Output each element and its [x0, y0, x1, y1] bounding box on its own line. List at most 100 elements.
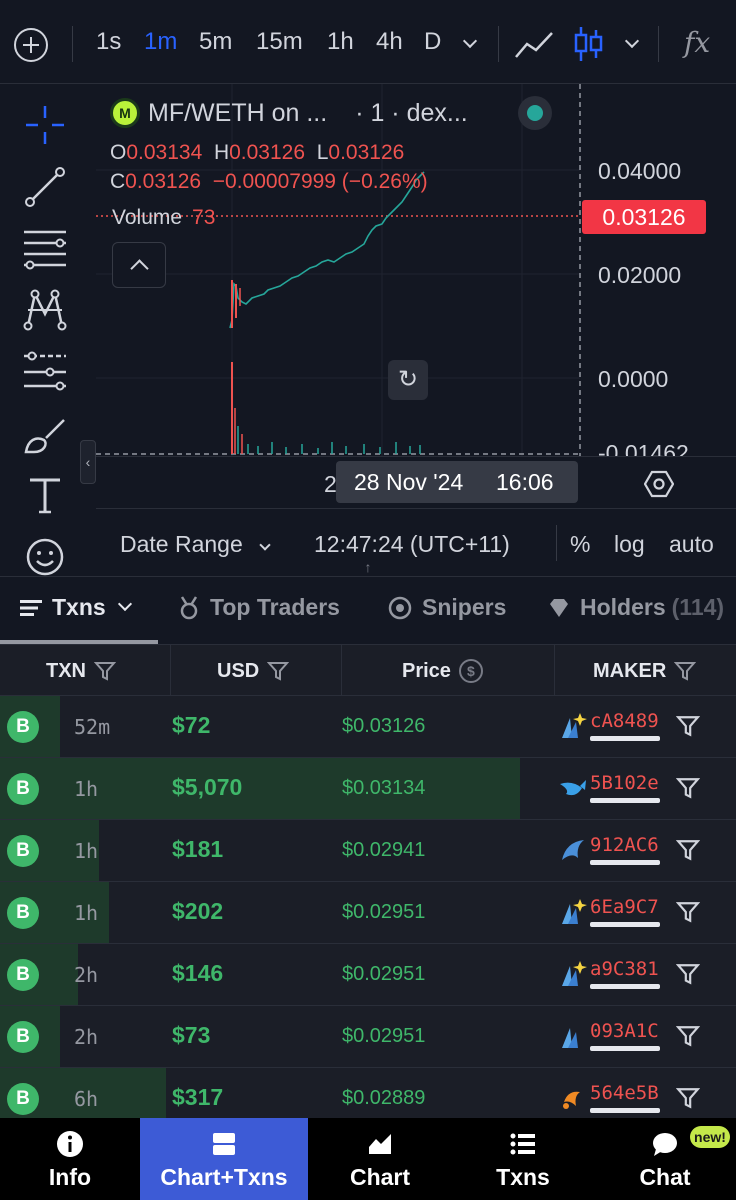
buy-badge: B — [7, 773, 39, 805]
price-chart[interactable]: M MF/WETH on ... · 1 · dex... O0.03134 H… — [96, 84, 736, 576]
txn-age: 2h — [74, 1025, 99, 1049]
close-value: 0.03126 — [125, 170, 202, 193]
table-row[interactable]: B 52m $72 $0.03126 cA8489 — [0, 696, 736, 758]
txns-table-body: B 52m $72 $0.03126 cA8489 B 1h $5,070 $0… — [0, 696, 736, 1118]
chart-bottom-bar: Date Range 12:47:24 (UTC+11) % log auto — [96, 508, 736, 576]
column-txn[interactable]: TXN — [46, 645, 116, 697]
chart-type-dropdown-icon[interactable] — [624, 33, 640, 49]
timeframe-1s[interactable]: 1s — [96, 28, 121, 56]
filter-maker-icon[interactable] — [676, 1086, 700, 1110]
nav-chart[interactable]: Chart — [308, 1118, 452, 1200]
table-row[interactable]: B 1h $181 $0.02941 912AC6 — [0, 820, 736, 882]
filter-icon[interactable] — [267, 660, 290, 682]
clock-timezone[interactable]: 12:47:24 (UTC+11) — [314, 531, 510, 558]
price-scale[interactable]: 0.04000 0.02000 0.0000 -0.01462 — [580, 84, 736, 456]
column-txn-label: TXN — [46, 659, 86, 682]
nav-info[interactable]: Info — [0, 1118, 140, 1200]
collapse-legend-button[interactable] — [112, 242, 166, 288]
tab-top-traders[interactable]: Top Traders — [178, 594, 340, 621]
candlestick-icon[interactable] — [574, 24, 604, 64]
filter-maker-icon[interactable] — [676, 1024, 700, 1048]
fish-icon — [562, 1028, 578, 1048]
maker-address[interactable]: a9C381 — [590, 958, 659, 980]
timeframe-1m[interactable]: 1m — [144, 28, 177, 56]
currency-toggle-icon[interactable]: $ — [458, 659, 483, 683]
filter-icon[interactable] — [94, 660, 116, 682]
chat-bubble-icon — [653, 1133, 677, 1156]
holders-count: (114) — [671, 594, 725, 620]
maker-address[interactable]: cA8489 — [590, 710, 659, 732]
table-row[interactable]: B 1h $202 $0.02951 6Ea9C7 — [0, 882, 736, 944]
column-price-label: Price — [402, 659, 451, 682]
timeframe-5m[interactable]: 5m — [199, 28, 232, 56]
collapse-toolbar-handle[interactable]: ‹ — [80, 440, 96, 484]
txn-price: $0.03126 — [342, 715, 426, 737]
toolbar-divider — [498, 26, 499, 62]
price-tick: 0.0000 — [598, 366, 669, 392]
fib-retracement-icon[interactable] — [20, 224, 70, 274]
filter-maker-icon[interactable] — [676, 776, 700, 800]
filter-maker-icon[interactable] — [676, 962, 700, 986]
low-value: 0.03126 — [328, 141, 405, 164]
timeframe-1d[interactable]: D — [424, 28, 441, 56]
txn-usd: $5,070 — [172, 774, 243, 800]
percent-toggle[interactable]: % — [570, 531, 590, 558]
reset-chart-icon[interactable]: ↻ — [388, 360, 428, 400]
timeframe-dropdown-icon[interactable] — [462, 33, 478, 49]
symbol-name: MF/WETH on ... — [148, 98, 328, 127]
filter-maker-icon[interactable] — [676, 714, 700, 738]
txn-price: $0.03134 — [342, 777, 426, 799]
close-label: C — [110, 170, 126, 193]
crosshair-icon[interactable] — [20, 100, 70, 150]
market-status-icon[interactable] — [518, 96, 552, 130]
maker-address[interactable]: 6Ea9C7 — [590, 896, 659, 918]
maker-address[interactable]: 912AC6 — [590, 834, 659, 856]
timeframe-4h[interactable]: 4h — [376, 28, 403, 56]
log-toggle[interactable]: log — [614, 531, 645, 558]
volume-label: Volume — [112, 206, 183, 229]
filter-maker-icon[interactable] — [676, 838, 700, 862]
emoji-icon[interactable] — [20, 532, 70, 582]
info-icon — [57, 1131, 83, 1157]
tab-snipers[interactable]: Snipers — [388, 594, 506, 621]
column-usd-label: USD — [217, 659, 260, 682]
settings-icon[interactable] — [644, 469, 674, 499]
filter-icon[interactable] — [674, 660, 697, 682]
brush-icon[interactable] — [20, 410, 70, 460]
nav-txns[interactable]: Txns — [452, 1118, 594, 1200]
nav-chart-txns[interactable]: Chart+Txns — [140, 1118, 308, 1200]
time-axis[interactable]: 2 28 Nov '24 16:06 — [96, 456, 736, 508]
high-value: 0.03126 — [229, 141, 306, 164]
add-symbol-icon[interactable] — [14, 28, 48, 62]
maker-address[interactable]: 093A1C — [590, 1020, 659, 1042]
table-row[interactable]: B 1h $5,070 $0.03134 5B102e — [0, 758, 736, 820]
timeframe-1h[interactable]: 1h — [327, 28, 354, 56]
column-maker[interactable]: MAKER — [593, 645, 697, 697]
text-tool-icon[interactable] — [20, 470, 70, 520]
auto-toggle[interactable]: auto — [669, 531, 714, 558]
indicators-icon[interactable]: fx — [684, 26, 710, 59]
date-range-dropdown-icon[interactable] — [259, 539, 271, 551]
tab-holders-label: Holders — [580, 594, 666, 620]
tab-holders[interactable]: Holders (114) — [548, 594, 724, 621]
tab-txns[interactable]: Txns — [20, 594, 132, 621]
maker-address[interactable]: 564e5B — [590, 1082, 659, 1104]
table-row[interactable]: B 2h $146 $0.02951 a9C381 — [0, 944, 736, 1006]
txn-usd: $181 — [172, 836, 224, 862]
line-chart-icon[interactable] — [514, 30, 554, 60]
table-row[interactable]: B 2h $73 $0.02951 093A1C — [0, 1006, 736, 1068]
txns-table-header: TXN USD Price $ MAKER — [0, 644, 736, 697]
dolphin-icon — [562, 840, 584, 860]
maker-address[interactable]: 5B102e — [590, 772, 659, 794]
table-row[interactable]: B 6h $317 $0.02889 564e5B — [0, 1068, 736, 1118]
trend-line-icon[interactable] — [20, 162, 70, 212]
column-price[interactable]: Price $ — [402, 645, 483, 697]
pattern-tool-icon[interactable] — [20, 284, 70, 334]
symbol-legend[interactable]: M MF/WETH on ... · 1 · dex... — [110, 96, 468, 130]
timeframe-15m[interactable]: 15m — [256, 28, 303, 56]
toolbar-divider — [72, 26, 73, 62]
column-usd[interactable]: USD — [217, 645, 290, 697]
prediction-tool-icon[interactable] — [20, 346, 70, 396]
filter-maker-icon[interactable] — [676, 900, 700, 924]
date-range-button[interactable]: Date Range — [120, 531, 243, 558]
